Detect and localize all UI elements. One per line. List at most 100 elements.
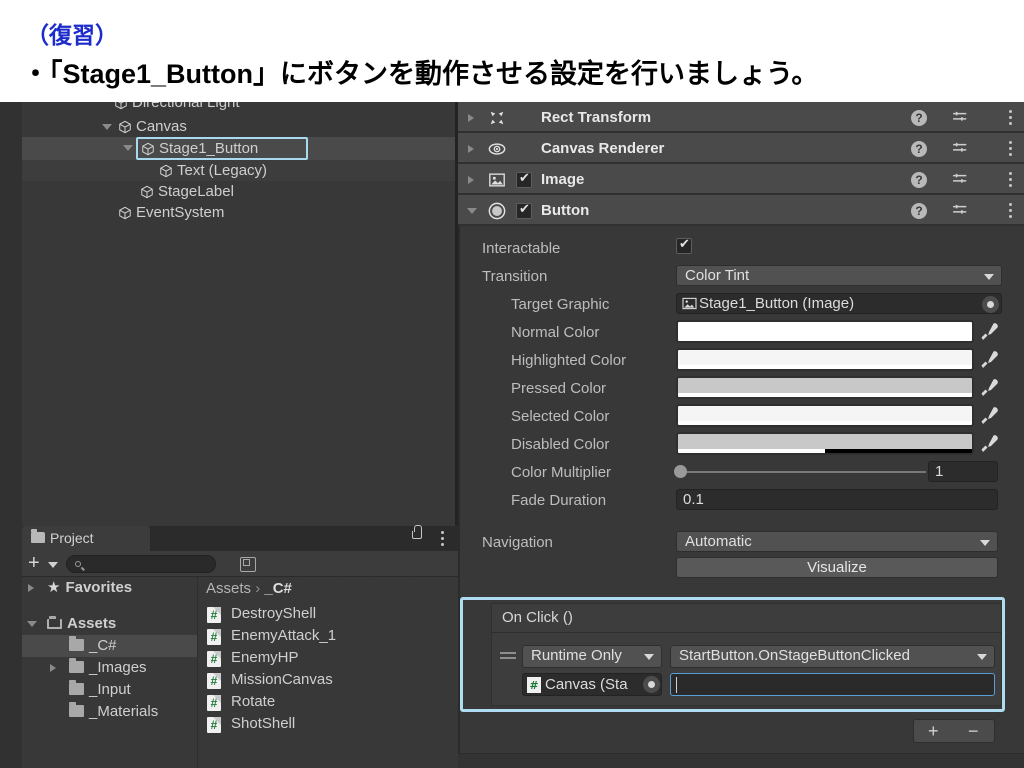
- disabled-color-swatch[interactable]: [676, 432, 974, 455]
- highlighted-color-swatch[interactable]: [676, 348, 974, 371]
- chevron-right-icon[interactable]: [468, 145, 474, 153]
- breadcrumb[interactable]: Assets › _C#: [206, 580, 292, 597]
- runtime-mode-dropdown[interactable]: Runtime Only: [522, 645, 662, 668]
- inspector-panel[interactable]: Rect Transform ? Canvas Renderer ? ✔ Ima…: [458, 102, 1024, 768]
- hierarchy-item-canvas[interactable]: Canvas: [22, 116, 458, 137]
- asset-item[interactable]: # EnemyAttack_1: [198, 625, 459, 647]
- target-graphic-field[interactable]: Stage1_Button (Image): [676, 293, 1002, 314]
- create-asset-button[interactable]: +: [28, 553, 40, 573]
- help-icon[interactable]: ?: [911, 203, 927, 219]
- project-toolbar[interactable]: +: [22, 551, 458, 602]
- property-navigation[interactable]: Navigation Automatic: [458, 528, 1024, 556]
- component-enable-checkbox[interactable]: [516, 201, 532, 219]
- chevron-down-icon[interactable]: [48, 562, 58, 568]
- visualize-button[interactable]: Visualize: [676, 557, 998, 578]
- tree-item-favorites[interactable]: ★ Favorites: [22, 577, 197, 599]
- property-pressed-color[interactable]: Pressed Color: [458, 374, 1024, 402]
- folder-tree[interactable]: ★ Favorites Assets _C# _Images _Input _M…: [22, 577, 197, 768]
- eyedropper-icon[interactable]: [980, 377, 1000, 399]
- property-selected-color[interactable]: Selected Color: [458, 402, 1024, 430]
- help-icon[interactable]: ?: [911, 110, 927, 126]
- eyedropper-icon[interactable]: [980, 349, 1000, 371]
- component-header-actions[interactable]: ?: [911, 141, 1016, 157]
- asset-item[interactable]: # DestroyShell: [198, 603, 459, 625]
- property-visualize[interactable]: Visualize: [458, 556, 1024, 584]
- on-click-section[interactable]: On Click () Runtime Only StartButton.OnS…: [491, 603, 1002, 706]
- tree-item-materials[interactable]: _Materials: [22, 701, 197, 723]
- interactable-checkbox[interactable]: [676, 236, 692, 254]
- eyedropper-icon[interactable]: [980, 321, 1000, 343]
- chevron-right-icon[interactable]: [28, 584, 34, 592]
- hierarchy-panel[interactable]: Directional Light Canvas Stage1_Button T…: [22, 102, 458, 526]
- hierarchy-item-eventsystem[interactable]: EventSystem: [22, 202, 458, 223]
- asset-item[interactable]: # ShotShell: [198, 713, 459, 735]
- asset-item[interactable]: # Rotate: [198, 691, 459, 713]
- tree-item-images[interactable]: _Images: [22, 657, 197, 679]
- tab-project[interactable]: Project: [22, 526, 150, 551]
- remove-event-button[interactable]: −: [968, 721, 979, 742]
- chevron-down-icon[interactable]: [467, 208, 477, 218]
- preset-icon[interactable]: [952, 111, 970, 125]
- property-target-graphic[interactable]: Target Graphic Stage1_Button (Image): [458, 290, 1024, 318]
- pressed-color-swatch[interactable]: [676, 376, 974, 399]
- preset-icon[interactable]: [952, 142, 970, 156]
- preset-icon[interactable]: [952, 204, 970, 218]
- property-fade-duration[interactable]: Fade Duration 0.1: [458, 486, 1024, 514]
- add-remove-event-buttons[interactable]: + −: [913, 719, 995, 743]
- tree-item-assets[interactable]: Assets: [22, 613, 197, 635]
- normal-color-swatch[interactable]: [676, 320, 974, 343]
- kebab-menu-icon[interactable]: [1009, 110, 1012, 125]
- hierarchy-item-stage1-button[interactable]: Stage1_Button: [22, 137, 458, 160]
- tree-item-csharp[interactable]: _C#: [22, 635, 197, 657]
- save-search-icon[interactable]: [240, 557, 256, 572]
- hierarchy-item-text-legacy[interactable]: Text (Legacy): [22, 160, 458, 181]
- chevron-down-icon[interactable]: [123, 145, 133, 155]
- kebab-menu-icon[interactable]: [1009, 172, 1012, 187]
- tree-item-input[interactable]: _Input: [22, 679, 197, 701]
- object-reference-field[interactable]: # Canvas (Sta: [522, 673, 662, 696]
- color-multiplier-value[interactable]: 1: [928, 461, 998, 482]
- component-header-canvas-renderer[interactable]: Canvas Renderer ?: [458, 133, 1024, 164]
- eyedropper-icon[interactable]: [980, 405, 1000, 427]
- property-normal-color[interactable]: Normal Color: [458, 318, 1024, 346]
- selected-color-swatch[interactable]: [676, 404, 974, 427]
- transition-dropdown[interactable]: Color Tint: [676, 265, 1002, 286]
- project-panel[interactable]: Project + ★ Favorites Assets _C# _Images…: [22, 525, 458, 768]
- function-dropdown[interactable]: StartButton.OnStageButtonClicked: [670, 645, 995, 668]
- chevron-right-icon[interactable]: [50, 664, 56, 672]
- drag-handle-icon[interactable]: [500, 652, 516, 660]
- search-input[interactable]: [66, 555, 216, 573]
- component-header-actions[interactable]: ?: [911, 203, 1016, 219]
- property-color-multiplier[interactable]: Color Multiplier 1: [458, 458, 1024, 486]
- property-interactable[interactable]: Interactable: [458, 234, 1024, 262]
- argument-input[interactable]: [670, 673, 995, 696]
- property-highlighted-color[interactable]: Highlighted Color: [458, 346, 1024, 374]
- component-header-actions[interactable]: ?: [911, 110, 1016, 126]
- asset-item[interactable]: # EnemyHP: [198, 647, 459, 669]
- object-picker-icon[interactable]: [982, 296, 999, 313]
- preset-icon[interactable]: [952, 173, 970, 187]
- component-header-image[interactable]: Image ?: [458, 164, 1024, 195]
- hierarchy-item-stagelabel[interactable]: StageLabel: [22, 181, 458, 202]
- component-header-button[interactable]: Button ?: [458, 195, 1024, 226]
- chevron-down-icon[interactable]: [102, 124, 112, 134]
- object-picker-icon[interactable]: [643, 676, 660, 693]
- add-event-button[interactable]: +: [928, 721, 939, 742]
- help-icon[interactable]: ?: [911, 172, 927, 188]
- chevron-right-icon[interactable]: [468, 114, 474, 122]
- asset-list[interactable]: Assets › _C# # DestroyShell # EnemyAttac…: [197, 577, 458, 768]
- kebab-menu-icon[interactable]: [1009, 141, 1012, 156]
- property-transition[interactable]: Transition Color Tint: [458, 262, 1024, 290]
- kebab-menu-icon[interactable]: [441, 531, 444, 546]
- component-header-rect-transform[interactable]: Rect Transform ?: [458, 102, 1024, 133]
- chevron-right-icon[interactable]: [468, 176, 474, 184]
- fade-duration-value[interactable]: 0.1: [676, 489, 998, 510]
- navigation-dropdown[interactable]: Automatic: [676, 531, 998, 552]
- color-multiplier-slider-track[interactable]: [680, 471, 926, 473]
- component-header-actions[interactable]: ?: [911, 172, 1016, 188]
- chevron-down-icon[interactable]: [27, 621, 37, 631]
- help-icon[interactable]: ?: [911, 141, 927, 157]
- lock-icon[interactable]: [412, 525, 422, 539]
- color-multiplier-slider-knob[interactable]: [674, 465, 687, 478]
- eyedropper-icon[interactable]: [980, 433, 1000, 455]
